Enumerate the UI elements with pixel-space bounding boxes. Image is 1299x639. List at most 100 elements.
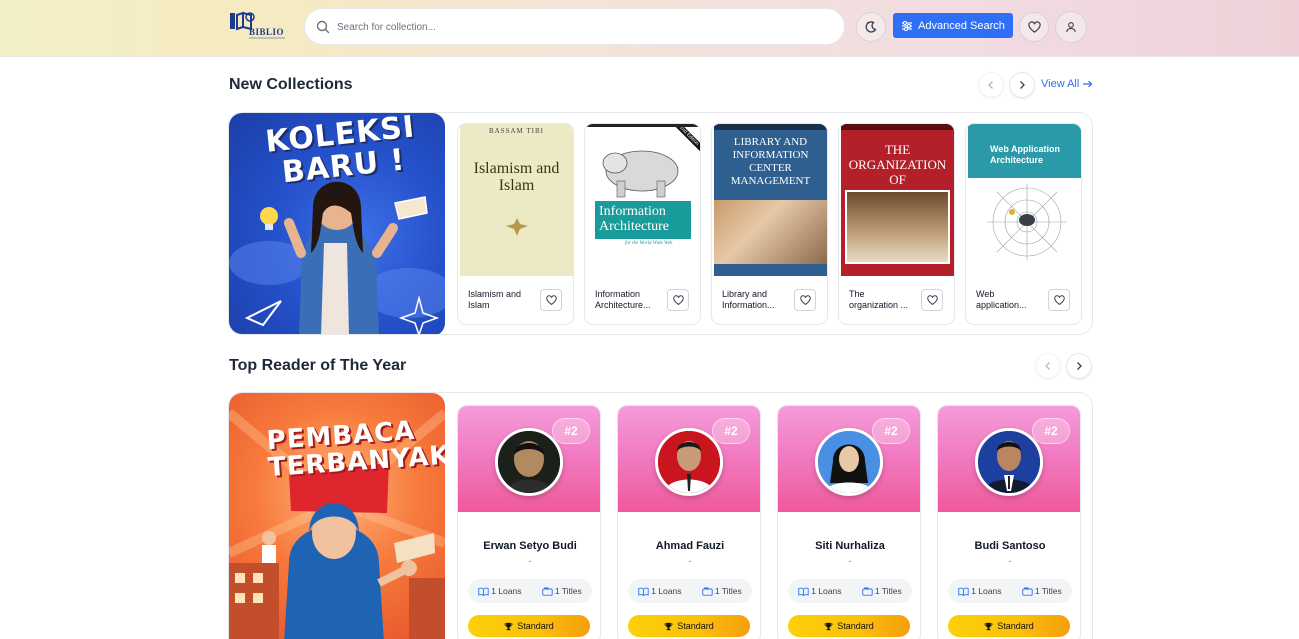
tier-label: Standard	[997, 621, 1034, 631]
titles-stat: 1 Titles	[1022, 586, 1062, 596]
reader-card-header: #2	[458, 406, 600, 512]
advanced-search-button[interactable]: Advanced Search	[893, 13, 1013, 38]
search-input[interactable]	[337, 18, 827, 36]
logo-tagline	[249, 37, 285, 39]
open-book-icon	[638, 587, 649, 596]
collections-prev-button[interactable]	[978, 72, 1004, 98]
book-card[interactable]: THE ORGANIZATION OF INFORMATION The orga…	[838, 123, 955, 325]
book-card[interactable]: Web Application Architecture Web applica…	[965, 123, 1082, 325]
favorites-button[interactable]	[1019, 12, 1049, 42]
reader-card-header: #2	[938, 406, 1080, 512]
loans-count: 1 Loans	[971, 586, 1002, 596]
top-header: BIBLIO Advanced Search	[0, 0, 1299, 57]
top-reader-banner[interactable]: PEMBACA TERBANYAK	[229, 393, 445, 639]
reader-card[interactable]: #2 Siti Nurhaliza - 1 Loans 1 Titles Sta…	[777, 405, 921, 639]
cover-title: Information Architecture	[595, 201, 691, 239]
tier-label: Standard	[837, 621, 874, 631]
loans-stat: 1 Loans	[798, 586, 841, 596]
heart-icon	[799, 294, 811, 305]
trophy-icon	[984, 622, 993, 630]
loans-stat: 1 Loans	[638, 586, 681, 596]
cover-title: LIBRARY AND INFORMATION CENTER MANAGEMEN…	[730, 136, 811, 187]
book-title: Islamism and Islam	[468, 289, 522, 310]
open-book-icon	[478, 587, 489, 596]
loans-count: 1 Loans	[491, 586, 522, 596]
biblio-logo[interactable]: BIBLIO	[229, 11, 289, 41]
reader-card-header: #2	[778, 406, 920, 512]
add-favorite-button[interactable]	[921, 289, 943, 311]
tier-badge: Standard	[948, 615, 1070, 637]
search-icon	[316, 20, 330, 34]
logo-text: BIBLIO	[249, 27, 285, 37]
reader-subtitle: -	[1008, 556, 1012, 566]
book-cover: Web Application Architecture	[968, 124, 1081, 276]
view-all-label: View All	[1041, 78, 1080, 90]
heart-icon	[545, 294, 557, 305]
titles-count: 1 Titles	[874, 586, 902, 596]
cover-title: Islamism and Islam	[473, 160, 560, 194]
titles-stat: 1 Titles	[702, 586, 742, 596]
reader-card[interactable]: #2 Budi Santoso - 1 Loans 1 Titles Stand…	[937, 405, 1081, 639]
book-cover: LIBRARY AND INFORMATION CENTER MANAGEMEN…	[714, 124, 827, 276]
collections-next-button[interactable]	[1009, 72, 1035, 98]
book-card[interactable]: BASSAM TIBI Islamism and Islam Islamism …	[457, 123, 574, 325]
book-cover: BASSAM TIBI Islamism and Islam	[460, 124, 573, 276]
loans-stat: 1 Loans	[478, 586, 521, 596]
book-card[interactable]: 2nd Edition Information Architecture for…	[584, 123, 701, 325]
readers-prev-button[interactable]	[1035, 353, 1061, 379]
arrow-right-icon	[1083, 80, 1093, 88]
theme-toggle-button[interactable]	[856, 12, 886, 42]
cover-author: BASSAM TIBI	[488, 127, 545, 135]
titles-stat: 1 Titles	[542, 586, 582, 596]
chevron-left-icon	[1045, 362, 1050, 370]
reader-subtitle: -	[848, 556, 852, 566]
book-card[interactable]: LIBRARY AND INFORMATION CENTER MANAGEMEN…	[711, 123, 828, 325]
reader-name: Erwan Setyo Budi	[483, 540, 577, 552]
top-readers-title: Top Reader of The Year	[229, 357, 407, 374]
search-bar	[304, 8, 845, 45]
book-cover: 2nd Edition Information Architecture for…	[587, 124, 700, 276]
bear-illustration	[602, 150, 679, 198]
book-title: The organization ...	[849, 289, 909, 310]
chevron-left-icon	[988, 81, 993, 89]
tier-badge: Standard	[468, 615, 590, 637]
user-account-button[interactable]	[1055, 11, 1087, 43]
add-favorite-button[interactable]	[667, 289, 689, 311]
trophy-icon	[504, 622, 513, 630]
books-icon	[702, 587, 713, 596]
tier-label: Standard	[517, 621, 554, 631]
tier-badge: Standard	[628, 615, 750, 637]
cover-photo	[845, 190, 950, 264]
avatar-image	[498, 431, 560, 493]
reader-subtitle: -	[528, 556, 532, 566]
books-icon	[862, 587, 873, 596]
readers-next-button[interactable]	[1066, 353, 1092, 379]
view-all-link[interactable]: View All	[1041, 78, 1093, 90]
titles-count: 1 Titles	[1034, 586, 1062, 596]
avatar	[495, 428, 563, 496]
cover-photo	[714, 200, 827, 264]
avatar	[975, 428, 1043, 496]
add-favorite-button[interactable]	[1048, 289, 1070, 311]
loans-stat: 1 Loans	[958, 586, 1001, 596]
books-icon	[542, 587, 553, 596]
avatar	[815, 428, 883, 496]
reader-card[interactable]: #2 Erwan Setyo Budi - 1 Loans 1 Titles S…	[457, 405, 601, 639]
web-illustration	[987, 184, 1067, 260]
add-favorite-button[interactable]	[794, 289, 816, 311]
avatar-image	[658, 431, 720, 493]
tier-label: Standard	[677, 621, 714, 631]
avatar-image	[818, 431, 880, 493]
loans-count: 1 Loans	[651, 586, 682, 596]
new-collections-panel: KOLEKSI BARU ! BASSAM TIBI Islamism and …	[228, 112, 1093, 335]
sliders-icon	[902, 20, 913, 31]
avatar	[655, 428, 723, 496]
add-favorite-button[interactable]	[540, 289, 562, 311]
open-book-icon	[958, 587, 969, 596]
new-collection-banner[interactable]: KOLEKSI BARU !	[229, 113, 445, 334]
new-collections-title: New Collections	[229, 76, 353, 93]
rank-badge: #2	[552, 418, 590, 444]
reader-card[interactable]: #2 Ahmad Fauzi - 1 Loans 1 Titles Standa…	[617, 405, 761, 639]
book-title: Web application...	[976, 289, 1027, 310]
open-book-icon	[798, 587, 809, 596]
